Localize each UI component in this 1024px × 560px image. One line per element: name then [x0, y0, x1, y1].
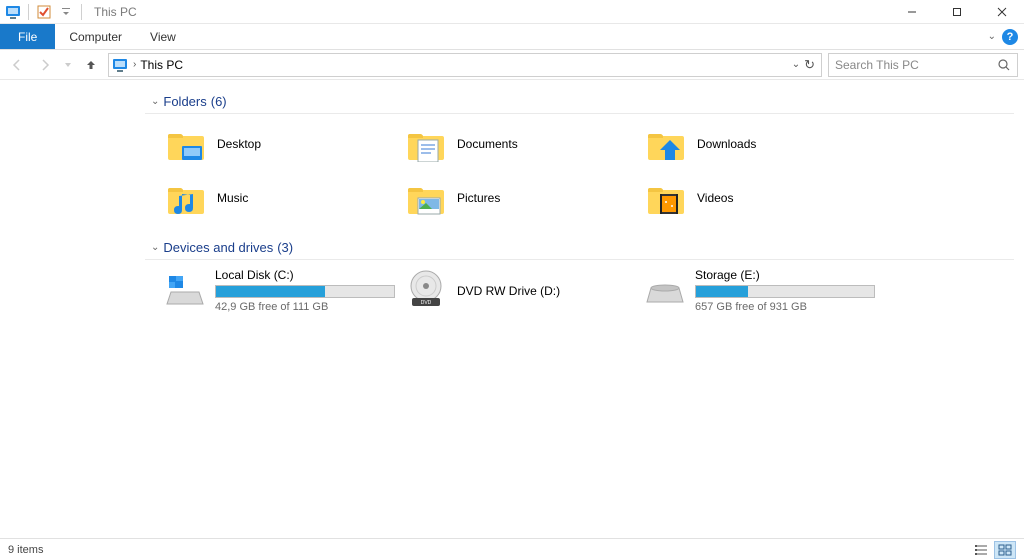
folder-item-music[interactable]: Music — [163, 174, 393, 222]
status-bar: 9 items — [0, 538, 1024, 560]
title-bar: This PC — [0, 0, 1024, 24]
folder-icon — [645, 123, 687, 165]
qat-separator — [81, 4, 82, 20]
svg-text:DVD: DVD — [421, 300, 432, 306]
drive-name: Local Disk (C:) — [215, 268, 395, 282]
section-drives-count: (3) — [277, 240, 293, 255]
qat-separator — [28, 4, 29, 20]
search-input[interactable] — [835, 58, 997, 72]
drive-item[interactable]: Local Disk (C:) 42,9 GB free of 111 GB — [163, 266, 393, 315]
location-icon — [111, 57, 129, 73]
folder-item-videos[interactable]: Videos — [643, 174, 873, 222]
folder-label: Videos — [697, 191, 733, 205]
folder-icon — [165, 123, 207, 165]
qat-dropdown-icon[interactable] — [57, 3, 75, 21]
folder-item-downloads[interactable]: Downloads — [643, 120, 873, 168]
folder-icon — [405, 123, 447, 165]
drive-capacity-bar — [215, 285, 395, 298]
content-pane: ⌄ Folders (6) Desktop Documents Downloads M… — [145, 80, 1024, 538]
navigation-pane — [0, 80, 145, 538]
breadcrumb-location[interactable]: This PC — [140, 58, 183, 72]
ribbon-tabs: File Computer View ⌄ ? — [0, 24, 1024, 50]
chevron-down-icon: ⌄ — [151, 96, 159, 107]
search-icon — [997, 58, 1011, 72]
up-button[interactable] — [80, 54, 102, 76]
back-button[interactable] — [6, 54, 28, 76]
section-folders-label: Folders — [163, 94, 206, 109]
section-drives[interactable]: ⌄ Devices and drives (3) — [145, 236, 1014, 260]
tab-computer[interactable]: Computer — [55, 24, 136, 49]
folder-item-documents[interactable]: Documents — [403, 120, 633, 168]
maximize-button[interactable] — [934, 0, 979, 24]
drive-item[interactable]: Storage (E:) 657 GB free of 931 GB — [643, 266, 873, 315]
drive-capacity-bar — [695, 285, 875, 298]
drive-name: Storage (E:) — [695, 268, 875, 282]
folder-icon — [645, 177, 687, 219]
folder-label: Downloads — [697, 137, 756, 151]
folder-label: Desktop — [217, 137, 261, 151]
details-view-button[interactable] — [970, 541, 992, 559]
folder-item-desktop[interactable]: Desktop — [163, 120, 393, 168]
ribbon-collapse-icon[interactable]: ⌄ — [988, 31, 996, 42]
help-icon[interactable]: ? — [1002, 29, 1018, 45]
minimize-button[interactable] — [889, 0, 934, 24]
refresh-icon[interactable]: ↻ — [804, 57, 815, 73]
tiles-view-button[interactable] — [994, 541, 1016, 559]
recent-dropdown[interactable] — [62, 54, 74, 76]
window-title: This PC — [94, 5, 137, 19]
folder-item-pictures[interactable]: Pictures — [403, 174, 633, 222]
tab-view[interactable]: View — [136, 24, 190, 49]
folder-label: Pictures — [457, 191, 500, 205]
section-folders-count: (6) — [211, 94, 227, 109]
address-bar[interactable]: › This PC ⌄ ↻ — [108, 53, 822, 77]
folder-label: Documents — [457, 137, 518, 151]
drive-icon — [645, 268, 685, 310]
section-drives-label: Devices and drives — [163, 240, 273, 255]
section-folders[interactable]: ⌄ Folders (6) — [145, 90, 1014, 114]
folder-icon — [405, 177, 447, 219]
folder-icon — [165, 177, 207, 219]
breadcrumb-sep: › — [133, 59, 136, 70]
close-button[interactable] — [979, 0, 1024, 24]
folder-label: Music — [217, 191, 248, 205]
tab-file[interactable]: File — [0, 24, 55, 49]
drive-free-text: 42,9 GB free of 111 GB — [215, 301, 395, 313]
drive-icon: DVD — [405, 268, 447, 310]
drive-free-text: 657 GB free of 931 GB — [695, 301, 875, 313]
drive-icon — [165, 268, 205, 310]
drive-item[interactable]: DVD DVD RW Drive (D:) — [403, 266, 633, 315]
chevron-down-icon: ⌄ — [151, 242, 159, 253]
system-icon[interactable] — [4, 3, 22, 21]
navigation-row: › This PC ⌄ ↻ — [0, 50, 1024, 80]
forward-button[interactable] — [34, 54, 56, 76]
drive-name: DVD RW Drive (D:) — [457, 284, 631, 298]
properties-icon[interactable] — [35, 3, 53, 21]
search-box[interactable] — [828, 53, 1018, 77]
status-item-count: 9 items — [8, 544, 43, 556]
address-dropdown-icon[interactable]: ⌄ — [792, 59, 800, 70]
